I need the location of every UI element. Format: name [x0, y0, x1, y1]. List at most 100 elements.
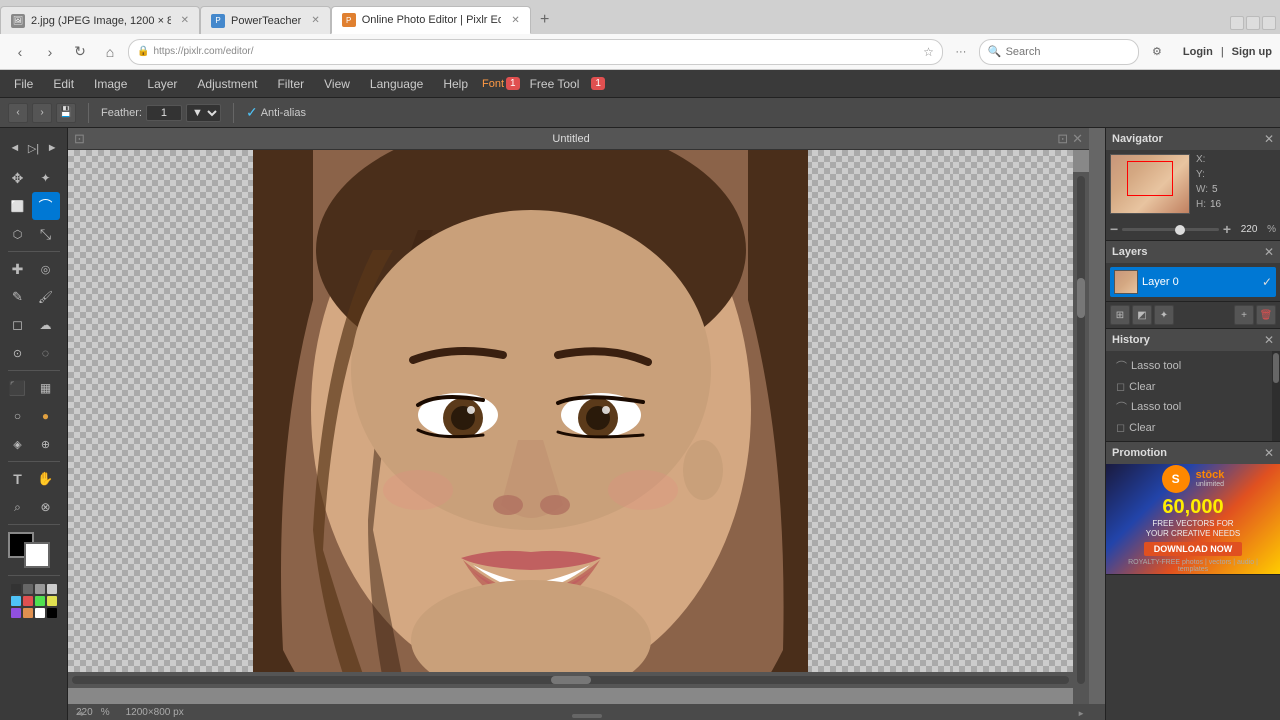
- history-scroll-thumb[interactable]: [1273, 353, 1279, 383]
- menu-free-tool[interactable]: Free Tool: [520, 73, 590, 95]
- zoom-slider-thumb[interactable]: [1175, 225, 1185, 235]
- swatch-12[interactable]: [47, 608, 57, 618]
- toolbar-save-button[interactable]: 💾: [56, 103, 76, 123]
- fill-tool[interactable]: ⬛: [4, 374, 32, 402]
- crop-tool[interactable]: ⤡: [32, 220, 60, 248]
- swatch-4[interactable]: [47, 584, 57, 594]
- maximize-button[interactable]: □: [1246, 16, 1260, 30]
- back-button[interactable]: ‹: [8, 40, 32, 64]
- layers-effects-button[interactable]: ✦: [1154, 305, 1174, 325]
- new-tab-button[interactable]: +: [531, 6, 559, 34]
- promotion-content[interactable]: S stōck unlimited 60,000 FREE VECTORS FO…: [1106, 464, 1280, 574]
- history-item-2[interactable]: ⌒ Lasso tool: [1110, 396, 1276, 418]
- swatch-5[interactable]: [11, 596, 21, 606]
- gradient-tool[interactable]: ▦: [32, 374, 60, 402]
- swatch-8[interactable]: [47, 596, 57, 606]
- pencil-tool[interactable]: ✎: [4, 283, 32, 311]
- menu-view[interactable]: View: [314, 73, 360, 95]
- magic-select-tool[interactable]: ⬡: [4, 220, 32, 248]
- history-item-3[interactable]: ◻ Clear: [1110, 418, 1276, 437]
- heal-tool[interactable]: ✚: [4, 255, 32, 283]
- horizontal-scrollbar[interactable]: [68, 672, 1073, 688]
- layers-add-mask-button[interactable]: ◩: [1132, 305, 1152, 325]
- hand-tool[interactable]: ✋: [32, 465, 60, 493]
- feather-input[interactable]: [146, 105, 182, 121]
- navigator-panel-header[interactable]: Navigator ✕: [1106, 128, 1280, 150]
- layers-close-button[interactable]: ✕: [1264, 245, 1274, 259]
- cursor-tool[interactable]: ▷|: [24, 134, 43, 162]
- layer-item-0[interactable]: Layer 0 ✓: [1110, 267, 1276, 297]
- swatch-10[interactable]: [23, 608, 33, 618]
- window-restore-icon[interactable]: ⊡: [1057, 131, 1068, 147]
- text-tool[interactable]: T: [4, 465, 32, 493]
- history-close-button[interactable]: ✕: [1264, 333, 1274, 347]
- layers-add-group-button[interactable]: ⊞: [1110, 305, 1130, 325]
- home-button[interactable]: ⌂: [98, 40, 122, 64]
- zoom-out-button[interactable]: −: [1110, 221, 1118, 237]
- menu-language[interactable]: Language: [360, 73, 433, 95]
- swatch-6[interactable]: [23, 596, 33, 606]
- navigator-close-button[interactable]: ✕: [1264, 132, 1274, 146]
- prev-tool-button[interactable]: ◄: [6, 134, 25, 162]
- swatch-11[interactable]: [35, 608, 45, 618]
- toolbar-forward-button[interactable]: ›: [32, 103, 52, 123]
- layers-delete-button[interactable]: 🗑: [1256, 305, 1276, 325]
- layers-panel-header[interactable]: Layers ✕: [1106, 241, 1280, 263]
- background-color[interactable]: [24, 542, 50, 568]
- zoom-slider[interactable]: [1122, 228, 1219, 231]
- minimize-button[interactable]: −: [1230, 16, 1244, 30]
- refresh-button[interactable]: ↻: [68, 40, 92, 64]
- address-bar[interactable]: 🔒 https://pixlr.com/editor/ ☆: [128, 39, 943, 65]
- menu-filter[interactable]: Filter: [267, 73, 314, 95]
- close-button[interactable]: ✕: [1262, 16, 1276, 30]
- vertical-scrollbar[interactable]: [1073, 172, 1089, 688]
- smudge-tool[interactable]: ☁: [32, 311, 60, 339]
- extensions-button[interactable]: ⚙: [1145, 40, 1169, 64]
- toolbar-back-button[interactable]: ‹: [8, 103, 28, 123]
- promo-cta-button[interactable]: DOWNLOAD NOW: [1144, 542, 1243, 556]
- feather-select[interactable]: ▼: [186, 104, 221, 122]
- login-link[interactable]: Login: [1183, 46, 1213, 58]
- h-scroll-thumb[interactable]: [551, 676, 591, 684]
- swatch-2[interactable]: [23, 584, 33, 594]
- swatch-1[interactable]: [11, 584, 21, 594]
- layer-visibility-toggle-0[interactable]: ✓: [1262, 275, 1272, 289]
- browser-tab-1[interactable]: 🖼 2.jpg (JPEG Image, 1200 × 800... ✕: [0, 6, 200, 34]
- swatch-9[interactable]: [11, 608, 21, 618]
- magic-wand-tool[interactable]: ✦: [32, 164, 60, 192]
- lasso-tool[interactable]: ⌒: [32, 192, 60, 220]
- stamp-tool[interactable]: ⊕: [32, 430, 60, 458]
- tab-close-3[interactable]: ✕: [511, 15, 519, 26]
- history-item-1[interactable]: ◻ Clear: [1110, 377, 1276, 396]
- bookmark-icon[interactable]: ☆: [923, 45, 934, 59]
- menu-help[interactable]: Help: [433, 73, 478, 95]
- signup-link[interactable]: Sign up: [1232, 46, 1272, 58]
- dodge-tool[interactable]: ○: [4, 402, 32, 430]
- eraser-tool[interactable]: ◻: [4, 311, 32, 339]
- menu-layer[interactable]: Layer: [137, 73, 187, 95]
- browser-tab-3[interactable]: P Online Photo Editor | Pixlr Edit... ✕: [331, 6, 531, 34]
- sharpen-tool[interactable]: ◈: [4, 430, 32, 458]
- window-expand-icon[interactable]: ⊡: [74, 131, 85, 147]
- eyedropper-tool[interactable]: ⊗: [32, 493, 60, 521]
- brush-tool[interactable]: 🖌: [32, 283, 60, 311]
- history-scrollbar[interactable]: [1272, 351, 1280, 441]
- v-scroll-thumb[interactable]: [1077, 278, 1085, 318]
- burn-tool[interactable]: ●: [32, 402, 60, 430]
- swatch-7[interactable]: [35, 596, 45, 606]
- forward-button[interactable]: ›: [38, 40, 62, 64]
- layers-add-button[interactable]: +: [1234, 305, 1254, 325]
- canvas-body[interactable]: [68, 150, 1089, 704]
- clone-tool[interactable]: ⊙: [4, 339, 32, 367]
- history-item-0[interactable]: ⌒ Lasso tool: [1110, 355, 1276, 377]
- menu-file[interactable]: File: [4, 73, 43, 95]
- tab-close-2[interactable]: ✕: [311, 15, 319, 26]
- promotion-panel-header[interactable]: Promotion ✕: [1106, 442, 1280, 464]
- promotion-close-button[interactable]: ✕: [1264, 446, 1274, 460]
- zoom-in-button[interactable]: +: [1223, 221, 1231, 237]
- blur-tool[interactable]: ◌: [32, 339, 60, 367]
- marquee-tool[interactable]: ⬜: [4, 192, 32, 220]
- zoom-tool-btn[interactable]: ⌕: [4, 493, 32, 521]
- menu-image[interactable]: Image: [84, 73, 137, 95]
- history-panel-header[interactable]: History ✕: [1106, 329, 1280, 351]
